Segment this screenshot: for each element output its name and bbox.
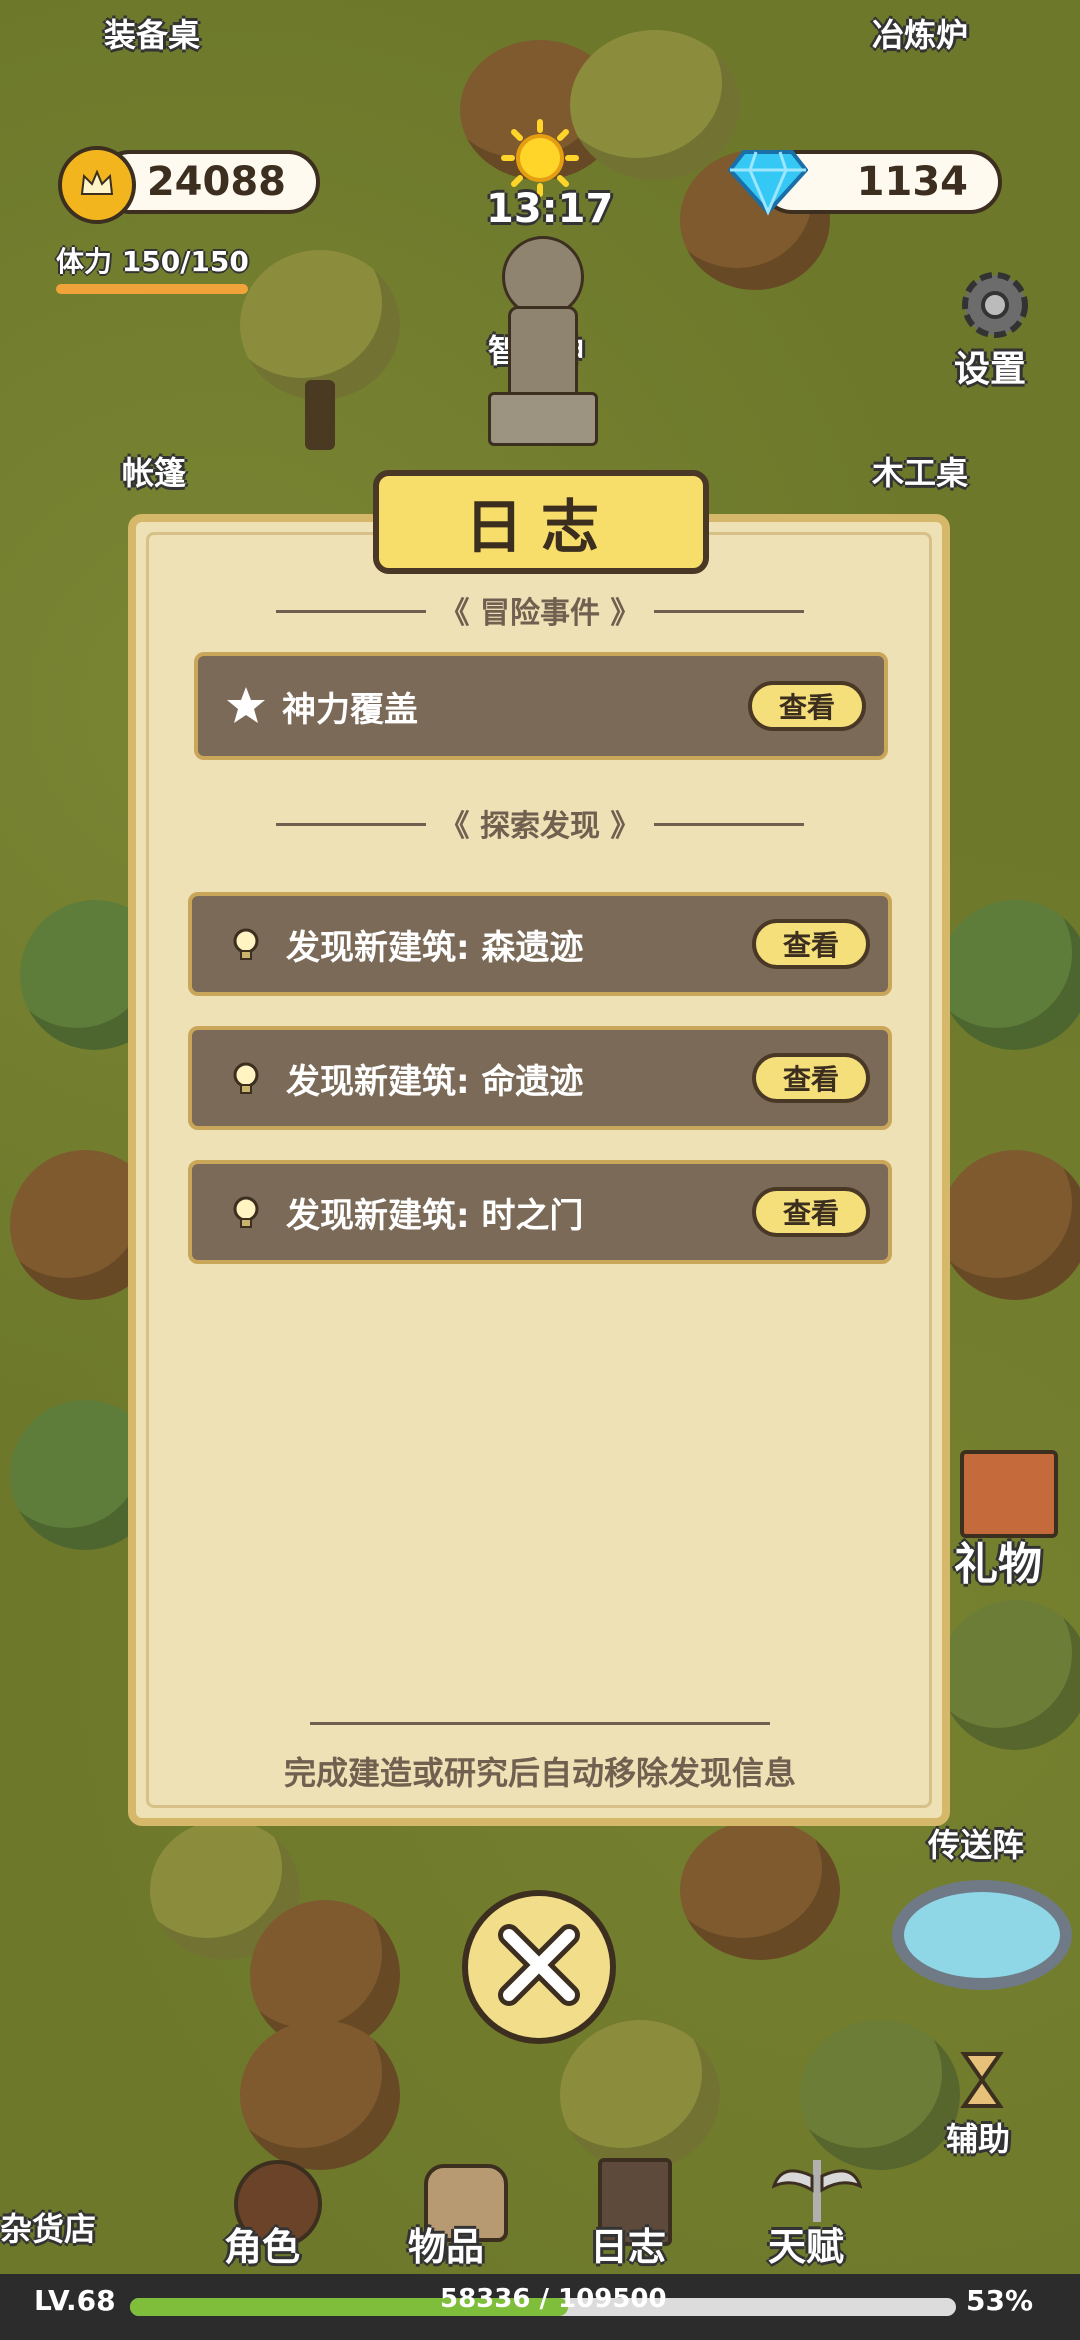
gem-value: 1134 — [856, 159, 968, 205]
nav-talent-label: 天赋 — [768, 2225, 845, 2269]
discovery-row[interactable]: 发现新建筑: 命遗迹 查看 — [188, 1026, 892, 1130]
nav-items[interactable]: 物品 — [402, 2150, 522, 2270]
wisdom-god-statue[interactable] — [488, 236, 598, 446]
nav-journal-label: 日志 — [590, 2225, 667, 2269]
crown-coin-icon — [58, 146, 136, 224]
section-exploration: 《 探索发现 》 — [439, 809, 641, 844]
view-button[interactable]: 查看 — [752, 1053, 870, 1103]
xp-value: 58336 / 109500 — [440, 2284, 667, 2314]
map-label-carpentry-table[interactable]: 木工桌 — [872, 448, 968, 494]
section-adventure-events: 《 冒险事件 》 — [439, 596, 641, 631]
gear-icon — [950, 260, 1040, 350]
settings-button[interactable]: 设置 — [940, 260, 1050, 390]
teleport-portal[interactable] — [892, 1880, 1072, 1990]
adventure-event-row[interactable]: 神力覆盖 查看 — [194, 652, 888, 760]
diamond-icon — [727, 146, 809, 216]
nav-journal[interactable]: 日志 — [574, 2150, 694, 2270]
view-button[interactable]: 查看 — [748, 681, 866, 731]
xp-percent: 53% — [966, 2284, 1034, 2317]
map-label-tent[interactable]: 帐篷 — [122, 448, 186, 494]
time-display: 13:17 — [486, 186, 614, 232]
map-label-smelter[interactable]: 冶炼炉 — [872, 10, 968, 56]
discovery-row[interactable]: 发现新建筑: 森遗迹 查看 — [188, 892, 892, 996]
nav-items-label: 物品 — [408, 2225, 485, 2269]
nav-character-label: 角色 — [224, 2225, 301, 2269]
player-level: LV.68 — [34, 2284, 116, 2317]
close-button[interactable] — [462, 1890, 616, 2044]
settings-label: 设置 — [954, 349, 1027, 390]
view-button[interactable]: 查看 — [752, 919, 870, 969]
close-icon — [497, 1923, 581, 2011]
map-label-assist[interactable]: 辅助 — [946, 2114, 1010, 2160]
adventure-event-label: 神力覆盖 — [282, 689, 418, 730]
discovery-label: 发现新建筑: 命遗迹 — [286, 1061, 584, 1102]
lightbulb-icon — [226, 1192, 266, 1232]
map-label-equipment-table[interactable]: 装备桌 — [104, 10, 200, 56]
nav-talent[interactable]: 天赋 — [752, 2150, 882, 2270]
nav-character[interactable]: 角色 — [214, 2150, 334, 2270]
discovery-row[interactable]: 发现新建筑: 时之门 查看 — [188, 1160, 892, 1264]
lightbulb-icon — [226, 924, 266, 964]
map-label-grocery[interactable]: 杂货店 — [0, 2204, 96, 2250]
lightbulb-icon — [226, 1058, 266, 1098]
journal-title: 日志 — [464, 493, 617, 561]
discovery-label: 发现新建筑: 森遗迹 — [286, 927, 584, 968]
stamina-bar — [56, 284, 248, 294]
discovery-label: 发现新建筑: 时之门 — [286, 1195, 584, 1236]
footer-divider — [310, 1722, 770, 1725]
gift-box-icon[interactable] — [960, 1450, 1058, 1538]
map-label-teleport[interactable]: 传送阵 — [928, 1820, 1024, 1866]
hourglass-icon[interactable] — [960, 2050, 1004, 2110]
journal-footer-note: 完成建造或研究后自动移除发现信息 — [283, 1754, 796, 1792]
journal-title-plate: 日志 — [373, 470, 709, 574]
coin-value: 24088 — [146, 159, 286, 205]
stamina-label: 体力 150/150 — [56, 245, 249, 278]
view-button[interactable]: 查看 — [752, 1187, 870, 1237]
star-icon — [224, 684, 268, 728]
